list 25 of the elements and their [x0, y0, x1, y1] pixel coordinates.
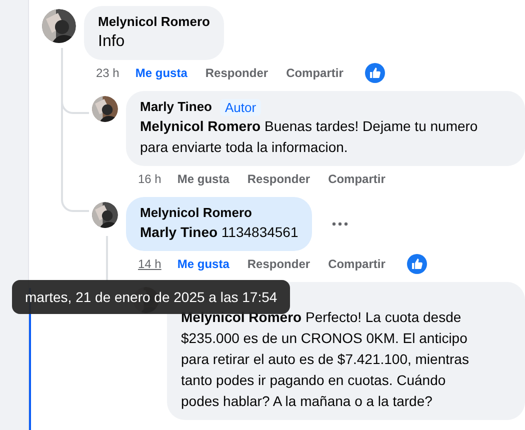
- reply-link[interactable]: Responder: [247, 257, 310, 271]
- thread-connector: [61, 196, 89, 212]
- thumbs-up-icon[interactable]: [365, 63, 386, 83]
- comment-text: Info: [98, 32, 126, 52]
- author-name[interactable]: Melynicol Romero: [98, 13, 210, 31]
- date-tooltip: martes, 21 de enero de 2025 a las 17:54: [12, 280, 290, 314]
- more-options-icon[interactable]: [332, 222, 348, 226]
- like-link[interactable]: Me gusta: [177, 257, 230, 271]
- reply-link[interactable]: Responder: [247, 172, 310, 186]
- comment-text: Marly Tineo 1134834561: [140, 223, 298, 242]
- comment-text: Melynicol Romero Buenas tardes! Dejame tu numero para enviarte toda la informacion.: [140, 117, 479, 157]
- comment-time[interactable]: 23 h: [96, 66, 120, 80]
- comment-time[interactable]: 14 h: [138, 257, 162, 271]
- thumbs-up-icon[interactable]: [407, 254, 428, 274]
- author-name[interactable]: Marly Tineo: [140, 98, 212, 116]
- thread-line: [106, 236, 108, 280]
- share-link[interactable]: Compartir: [328, 257, 386, 271]
- share-link[interactable]: Compartir: [286, 66, 344, 80]
- like-link[interactable]: Me gusta: [135, 66, 188, 80]
- like-link[interactable]: Me gusta: [177, 172, 230, 186]
- author-name[interactable]: Melynicol Romero: [140, 204, 252, 222]
- reply-link[interactable]: Responder: [205, 66, 268, 80]
- comment-time[interactable]: 16 h: [138, 172, 162, 186]
- author-badge: Autor: [220, 98, 262, 116]
- share-link[interactable]: Compartir: [328, 172, 386, 186]
